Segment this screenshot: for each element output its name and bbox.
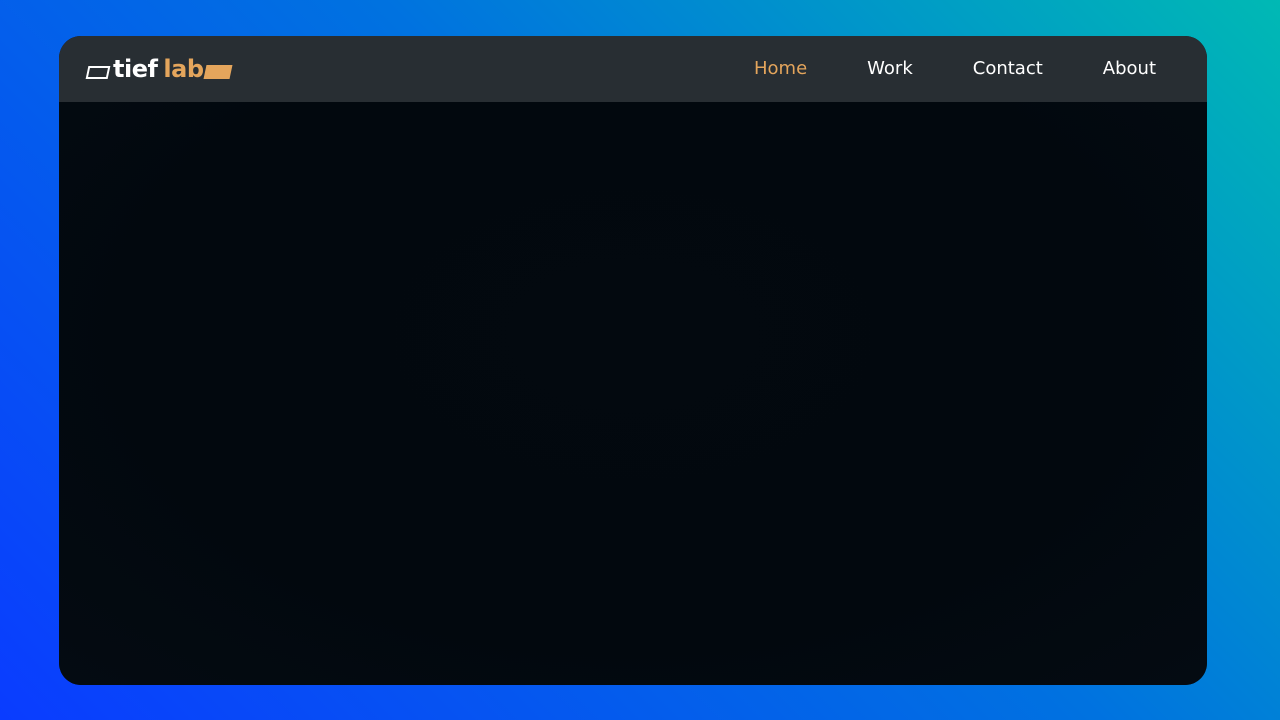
browser-window: tief lab Home Work Contact About	[59, 36, 1207, 685]
nav-link-about[interactable]: About	[1103, 60, 1156, 78]
logo[interactable]: tief lab	[85, 54, 233, 84]
nav-link-home[interactable]: Home	[754, 60, 807, 78]
nav-link-contact[interactable]: Contact	[973, 60, 1043, 78]
logo-outline-mark-icon	[85, 65, 111, 79]
logo-word-lab: lab	[163, 55, 204, 83]
navbar: tief lab Home Work Contact About	[59, 36, 1207, 102]
main-nav: Home Work Contact About	[754, 60, 1156, 78]
logo-word-tief: tief	[113, 55, 158, 83]
main-content	[59, 102, 1207, 685]
logo-filled-mark-icon	[203, 65, 233, 79]
nav-link-work[interactable]: Work	[867, 60, 913, 78]
